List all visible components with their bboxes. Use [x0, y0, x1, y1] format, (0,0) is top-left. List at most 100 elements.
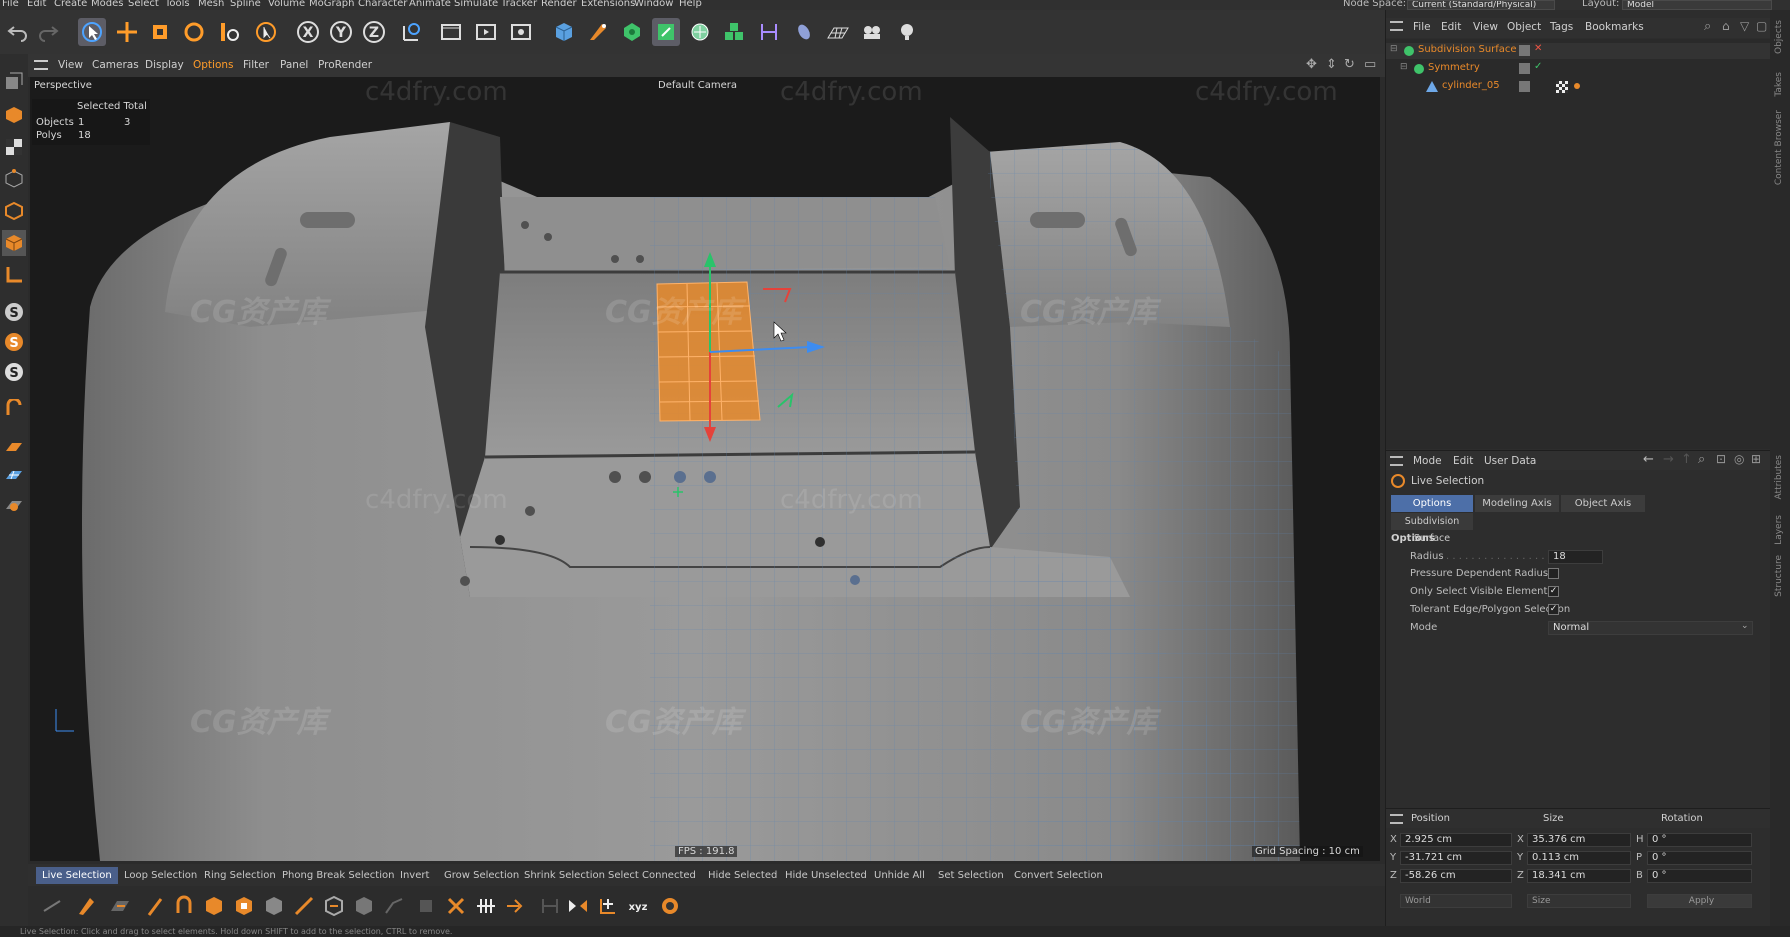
- extrude-inner-icon[interactable]: [230, 892, 258, 920]
- size-z-input[interactable]: 18.341 cm: [1527, 869, 1631, 883]
- tab-object-axis[interactable]: Object Axis: [1561, 495, 1645, 512]
- om-menu-file[interactable]: File: [1413, 21, 1431, 33]
- menu-render[interactable]: Render: [541, 0, 577, 9]
- om-menu-view[interactable]: View: [1473, 21, 1498, 33]
- menu-mograph[interactable]: MoGraph: [309, 0, 354, 9]
- 3d-viewport[interactable]: c4dfry.com c4dfry.com c4dfry.com c4dfry.…: [30, 77, 1380, 861]
- collapse-icon[interactable]: ⊟: [1390, 44, 1398, 54]
- stitch-icon[interactable]: [380, 892, 408, 920]
- snap-settings-icon[interactable]: S: [2, 329, 26, 355]
- menu-tools[interactable]: Tools: [165, 0, 190, 9]
- menu-file[interactable]: File: [2, 0, 19, 9]
- set-point-value-icon[interactable]: [594, 892, 622, 920]
- rotate-icon[interactable]: [180, 18, 208, 46]
- tab-options[interactable]: Options: [1391, 495, 1473, 512]
- attr-menu-mode[interactable]: Mode: [1413, 455, 1442, 467]
- cube-icon[interactable]: [550, 18, 578, 46]
- rotation-h-input[interactable]: 0 °: [1647, 833, 1752, 847]
- object-name[interactable]: Symmetry: [1428, 62, 1480, 73]
- menu-select[interactable]: Select: [128, 0, 159, 9]
- invert-button[interactable]: Invert: [394, 867, 435, 884]
- edges-mode-icon[interactable]: [2, 198, 26, 224]
- viewport-nav-move-icon[interactable]: ✥: [1306, 57, 1317, 72]
- menu-spline[interactable]: Spline: [230, 0, 261, 9]
- side-tab-attributes[interactable]: Attributes: [1774, 455, 1784, 499]
- selection-tag-icon[interactable]: [1574, 83, 1580, 89]
- weld-icon[interactable]: [412, 892, 440, 920]
- radius-input[interactable]: 18: [1548, 550, 1603, 564]
- chevron-down-icon[interactable]: ⌄: [1741, 621, 1749, 631]
- position-x-input[interactable]: 2.925 cm: [1400, 833, 1512, 847]
- move-icon[interactable]: [113, 18, 141, 46]
- layout-dropdown[interactable]: Model: [1622, 0, 1772, 10]
- solo-icon[interactable]: [2, 492, 26, 518]
- apply-button[interactable]: Apply: [1647, 894, 1752, 908]
- pressure-checkbox[interactable]: [1548, 568, 1559, 579]
- points-mode-icon[interactable]: [2, 166, 26, 192]
- tree-row-subdivision[interactable]: ⊟ Subdivision Surface ✕: [1386, 43, 1771, 59]
- smooth-shift-icon[interactable]: [350, 892, 378, 920]
- redo-icon[interactable]: [34, 18, 62, 46]
- side-tab-structure[interactable]: Structure: [1774, 555, 1784, 597]
- grow-selection-button[interactable]: Grow Selection: [438, 867, 525, 884]
- xyz-icon[interactable]: xyz: [624, 892, 652, 920]
- menu-animate[interactable]: Animate: [409, 0, 451, 9]
- tab-modeling-axis[interactable]: Modeling Axis: [1475, 495, 1559, 512]
- select-arrow-icon[interactable]: [78, 18, 106, 46]
- extrude-icon[interactable]: [200, 892, 228, 920]
- menu-simulate[interactable]: Simulate: [454, 0, 498, 9]
- render-view-icon[interactable]: [437, 18, 465, 46]
- shrink-selection-button[interactable]: Shrink Selection: [518, 867, 611, 884]
- vp-menu-display[interactable]: Display: [145, 59, 184, 71]
- tree-row-symmetry[interactable]: ⊟ Symmetry ✓: [1386, 61, 1771, 77]
- z-axis-icon[interactable]: Z: [360, 18, 388, 46]
- phong-break-selection-button[interactable]: Phong Break Selection: [276, 867, 400, 884]
- hide-selected-button[interactable]: Hide Selected: [702, 867, 783, 884]
- deformer-icon[interactable]: [686, 18, 714, 46]
- object-name[interactable]: cylinder_05: [1442, 80, 1500, 91]
- menu-volume[interactable]: Volume: [268, 0, 305, 9]
- menu-help[interactable]: Help: [679, 0, 702, 9]
- visible-checkbox[interactable]: ✓: [1548, 586, 1559, 597]
- coordinate-system-icon[interactable]: [397, 18, 425, 46]
- rotation-b-input[interactable]: 0 °: [1647, 869, 1752, 883]
- spin-edge-icon[interactable]: [472, 892, 500, 920]
- menu-create[interactable]: Create: [54, 0, 87, 9]
- loop-selection-button[interactable]: Loop Selection: [118, 867, 203, 884]
- attr-menu-user-data[interactable]: User Data: [1484, 455, 1536, 467]
- live-selection-icon[interactable]: [252, 18, 280, 46]
- texture-mode-icon[interactable]: [2, 134, 26, 160]
- enabled-check-icon[interactable]: ✓: [1534, 61, 1542, 72]
- menu-modes[interactable]: Modes: [91, 0, 123, 9]
- menu-extensions[interactable]: Extensions: [581, 0, 635, 9]
- optimize-icon[interactable]: [656, 892, 684, 920]
- position-z-input[interactable]: -58.26 cm: [1400, 869, 1512, 883]
- om-filter-icon[interactable]: ▽: [1740, 19, 1749, 33]
- menu-window[interactable]: Window: [634, 0, 673, 9]
- polygons-mode-icon[interactable]: [2, 230, 26, 256]
- live-selection-button[interactable]: Live Selection: [36, 867, 118, 884]
- position-y-input[interactable]: -31.721 cm: [1400, 851, 1512, 865]
- dissolve-icon[interactable]: [502, 892, 530, 920]
- viewport-nav-rotate-icon[interactable]: ↻: [1344, 57, 1355, 72]
- recent-tools-icon[interactable]: [215, 18, 243, 46]
- bevel-icon[interactable]: [260, 892, 288, 920]
- viewport-nav-zoom-icon[interactable]: ⇕: [1326, 57, 1337, 72]
- convert-selection-button[interactable]: Convert Selection: [1008, 867, 1109, 884]
- camera-icon[interactable]: [790, 18, 818, 46]
- mode-dropdown[interactable]: Normal: [1548, 621, 1753, 635]
- om-layout-icon[interactable]: ▢: [1756, 19, 1767, 33]
- om-menu-edit[interactable]: Edit: [1441, 21, 1461, 33]
- select-connected-button[interactable]: Select Connected: [602, 867, 702, 884]
- om-menu-bookmarks[interactable]: Bookmarks: [1585, 21, 1644, 33]
- size-x-input[interactable]: 35.376 cm: [1527, 833, 1631, 847]
- camera-label[interactable]: Default Camera: [658, 80, 737, 91]
- set-selection-button[interactable]: Set Selection: [932, 867, 1010, 884]
- vp-menu-prorender[interactable]: ProRender: [318, 59, 372, 71]
- vp-menu-view[interactable]: View: [58, 59, 83, 71]
- editor-visibility-icon[interactable]: [1519, 81, 1530, 92]
- coordinate-space-dropdown[interactable]: World: [1400, 894, 1512, 908]
- x-axis-icon[interactable]: X: [294, 18, 322, 46]
- viewport-layout-icon[interactable]: ▭: [1364, 57, 1376, 72]
- om-menu-tags[interactable]: Tags: [1550, 21, 1573, 33]
